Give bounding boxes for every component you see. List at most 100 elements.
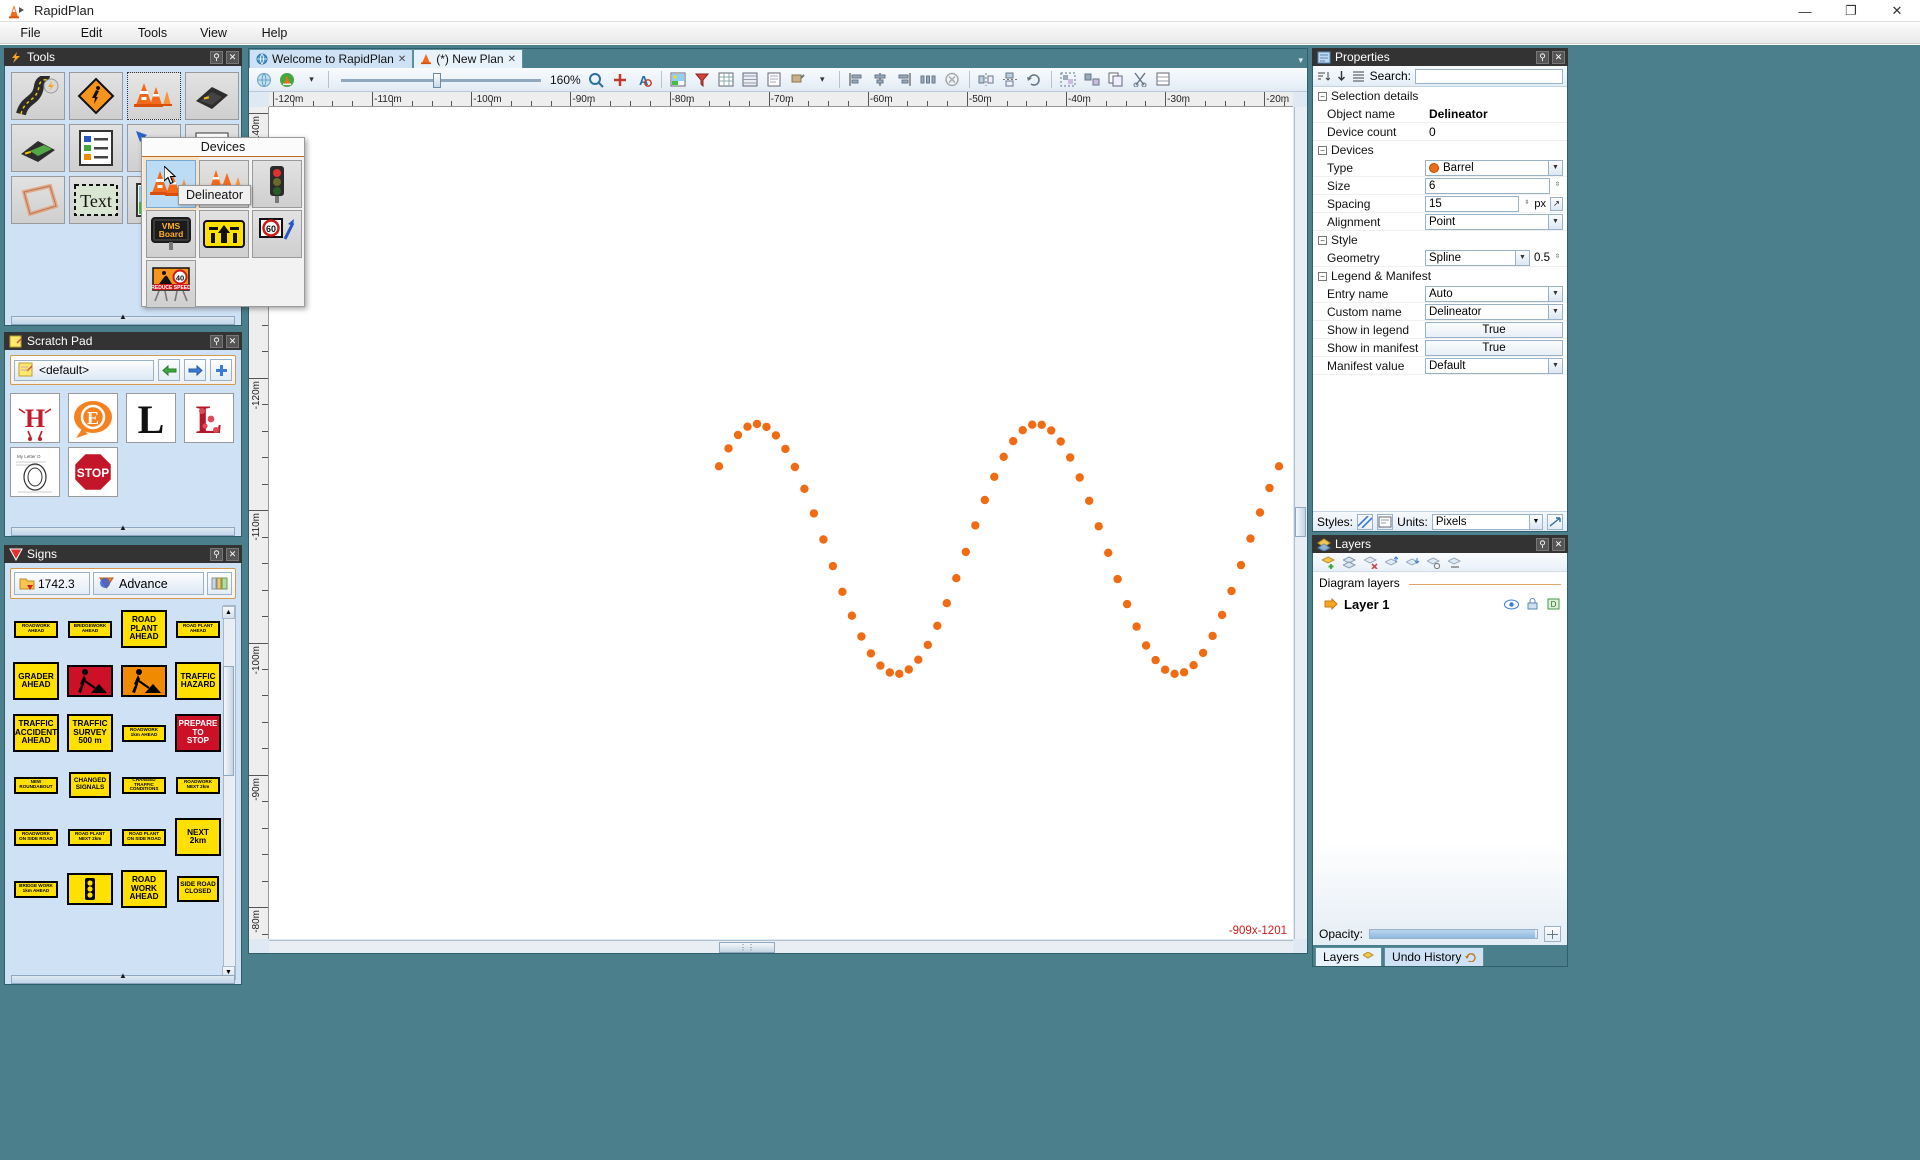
signs-scrollbar[interactable]: ▲ ▼	[222, 605, 236, 980]
delineator-device[interactable]	[1141, 641, 1151, 650]
layer-visibility-icon[interactable]	[1504, 597, 1519, 612]
delineator-device[interactable]	[876, 661, 885, 670]
tab-new-plan-close-icon[interactable]: ✕	[508, 54, 516, 65]
scratch-item-stop[interactable]: STOP	[68, 447, 118, 497]
rotate-icon[interactable]	[1024, 70, 1045, 90]
delineator-device[interactable]	[1246, 534, 1255, 543]
delineator-device[interactable]	[733, 430, 743, 440]
flip-vertical-icon[interactable]	[1000, 70, 1021, 90]
chevron-down-icon[interactable]: ▼	[1515, 250, 1529, 265]
delineator-device[interactable]	[714, 462, 724, 471]
delineator-device[interactable]	[1122, 599, 1132, 609]
sign-thumbnail[interactable]: CHANGED TRAFFIC CONDITIONS	[118, 761, 170, 809]
property-value[interactable]: True	[1425, 339, 1567, 356]
delineator-device[interactable]	[752, 419, 762, 429]
scratch-item-l[interactable]: L	[126, 393, 176, 443]
sign-thumbnail[interactable]: CHANGED SIGNALS	[64, 761, 116, 809]
delineator-device[interactable]	[1179, 668, 1189, 677]
tools-panel-splitter[interactable]	[11, 316, 235, 325]
sign-thumbnail[interactable]: ROADWORK 1km AHEAD	[118, 709, 170, 757]
delineator-device[interactable]	[1208, 631, 1217, 641]
canvas-horizontal-scrollbar[interactable]: ⋮⋮	[269, 940, 1293, 953]
property-value[interactable]: Auto ▼	[1425, 285, 1567, 302]
delineator-device[interactable]	[1113, 574, 1122, 584]
add-layer-icon[interactable]	[1321, 555, 1336, 570]
canvas-vertical-scroll-thumb[interactable]	[1295, 507, 1306, 537]
tab-welcome-close-icon[interactable]: ✕	[398, 54, 406, 65]
property-value[interactable]: Point ▼	[1425, 213, 1567, 230]
layer-lock-icon[interactable]	[1525, 597, 1540, 612]
tools-panel-close-button[interactable]: ✕	[226, 50, 239, 64]
tool-sign[interactable]	[69, 72, 123, 120]
delineator-device[interactable]	[1009, 436, 1018, 446]
table-icon[interactable]	[716, 70, 737, 90]
chevron-down-icon[interactable]: ▾	[301, 70, 322, 90]
chevron-down-icon[interactable]: ▼	[1548, 160, 1562, 175]
scratch-item-o[interactable]: My Letter O	[10, 447, 60, 497]
image-icon[interactable]	[668, 70, 689, 90]
styles-manage-icon[interactable]	[1377, 513, 1394, 530]
page-icon[interactable]	[764, 70, 785, 90]
move-layer-up-icon[interactable]	[1384, 555, 1399, 570]
property-combo[interactable]: Delineator ▼	[1425, 303, 1563, 320]
tab-new-plan[interactable]: (*) New Plan ✕	[413, 49, 523, 68]
sort-descending-icon[interactable]	[1335, 69, 1349, 83]
opacity-slider[interactable]	[1369, 929, 1538, 939]
scratch-pad-prev-button[interactable]	[158, 359, 180, 381]
delineator-device[interactable]	[990, 472, 999, 481]
tool-text[interactable]: Text	[69, 176, 123, 224]
sign-thumbnail[interactable]: GRADER AHEAD	[10, 657, 62, 705]
device-reduce-speed-trailer[interactable]: 40 REDUCE SPEED	[146, 260, 196, 308]
delineator-device[interactable]	[838, 587, 847, 596]
delineator-device[interactable]	[1265, 483, 1274, 493]
canvas-vertical-scrollbar[interactable]	[1294, 107, 1307, 939]
delineator-device[interactable]	[904, 665, 913, 674]
delineator-device[interactable]	[743, 422, 752, 431]
ungroup-icon[interactable]	[1082, 70, 1103, 90]
signs-library-browse-button[interactable]	[207, 572, 232, 595]
menu-tools[interactable]: Tools	[122, 24, 183, 42]
signs-scroll-up-button[interactable]: ▲	[222, 606, 235, 619]
delineator-device[interactable]	[999, 452, 1008, 461]
delineator-device[interactable]	[866, 649, 876, 658]
delineator-device[interactable]	[1236, 560, 1246, 570]
sign-thumbnail[interactable]: ROADWORKAHEAD	[118, 865, 170, 913]
delineator-device[interactable]	[1217, 610, 1227, 620]
maximize-button[interactable]: ❐	[1828, 0, 1874, 22]
units-expand-icon[interactable]	[1546, 513, 1563, 530]
collapse-icon[interactable]: −	[1318, 235, 1327, 245]
scratch-pad-close-button[interactable]: ✕	[226, 334, 239, 348]
delineator-device[interactable]	[1085, 496, 1094, 505]
sign-thumbnail[interactable]: ROAD PLANT AHEAD	[118, 605, 170, 653]
property-group-header[interactable]: − Selection details	[1313, 87, 1567, 105]
tab-welcome[interactable]: Welcome to RapidPlan ✕	[249, 49, 414, 68]
add-node-icon[interactable]	[610, 70, 631, 90]
sign-thumbnail[interactable]: ROADWORKAHEAD	[10, 605, 62, 653]
layer-print-icon[interactable]: D	[1546, 597, 1561, 612]
group-icon[interactable]	[1058, 70, 1079, 90]
flip-horizontal-icon[interactable]	[976, 70, 997, 90]
delineator-device[interactable]	[847, 611, 857, 620]
delineator-device[interactable]	[923, 640, 932, 650]
signs-scroll-thumb[interactable]	[223, 666, 234, 776]
delete-layer-icon[interactable]	[1363, 555, 1378, 570]
paint-dropdown-icon[interactable]: ▾	[812, 70, 833, 90]
property-group-header[interactable]: − Devices	[1313, 141, 1567, 159]
delineator-device[interactable]	[1151, 655, 1160, 665]
merge-layer-icon[interactable]	[1447, 555, 1462, 570]
sign-thumbnail[interactable]: BRIDGE WORK 1km AHEAD	[10, 865, 62, 913]
collapse-icon[interactable]: −	[1318, 271, 1327, 281]
property-value[interactable]: Barrel ▼	[1425, 159, 1567, 176]
scratch-pad-pin-button[interactable]: ⚲	[210, 334, 223, 348]
signs-category-selector[interactable]: Advance	[93, 572, 204, 595]
delineator-device[interactable]	[971, 521, 980, 530]
paint-icon[interactable]	[788, 70, 809, 90]
sign-thumbnail[interactable]: PREPARE TO STOP	[172, 709, 224, 757]
delineator-device[interactable]	[961, 547, 970, 557]
delineator-device[interactable]	[1066, 453, 1075, 462]
menu-view[interactable]: View	[183, 24, 244, 42]
delineator-device[interactable]	[1047, 426, 1056, 435]
tool-pavement[interactable]	[11, 124, 65, 172]
text-find-icon[interactable]: A	[634, 70, 655, 90]
property-spinner[interactable]: ⇳	[1552, 251, 1563, 265]
